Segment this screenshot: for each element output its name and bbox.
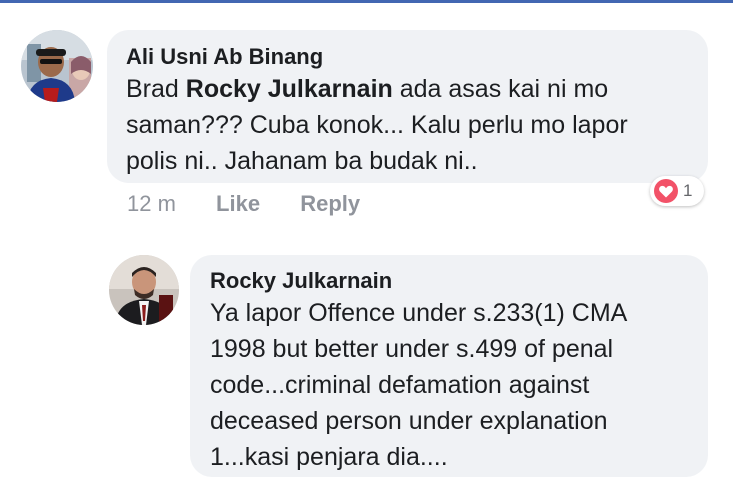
comment-actions: 12 m Like Reply [127,190,360,218]
comment-line-1: Brad Rocky Julkarnain ada asas kai ni mo [126,71,628,107]
comment-body: Brad Rocky Julkarnain ada asas kai ni mo… [126,71,628,179]
top-divider [0,0,733,3]
reaction-count: 1 [683,181,693,200]
reply-avatar[interactable] [109,255,179,325]
like-button[interactable]: Like [216,190,260,218]
reply-author[interactable]: Rocky Julkarnain [210,268,392,294]
reply-line-2: 1998 but better under s.499 of penal [210,335,614,363]
reply-line-3: code...criminal defamation against [210,371,590,399]
mention-link[interactable]: Rocky Julkarnain [186,75,393,103]
reply-avatar-photo [109,255,179,325]
comment-timestamp[interactable]: 12 m [127,190,176,218]
avatar[interactable] [21,30,93,102]
avatar-photo [21,30,93,102]
reply-line-5: 1...kasi penjara dia.... [210,443,448,471]
reaction-summary[interactable]: 1 [650,176,704,206]
reply-button[interactable]: Reply [300,190,360,218]
comment-line-2: saman??? Cuba konok... Kalu perlu mo lap… [126,111,628,139]
comment-line-1-prefix: Brad [126,75,186,103]
comment-line-3: polis ni.. Jahanam ba budak ni.. [126,147,478,175]
heart-icon [654,179,678,203]
comment-author[interactable]: Ali Usni Ab Binang [126,44,323,70]
reply-body: Ya lapor Offence under s.233(1) CMA 1998… [210,295,627,475]
reply-line-1: Ya lapor Offence under s.233(1) CMA [210,299,628,327]
comment-line-1-suffix: ada asas kai ni mo [392,75,609,103]
reply-line-4: deceased person under explanation [210,407,608,435]
